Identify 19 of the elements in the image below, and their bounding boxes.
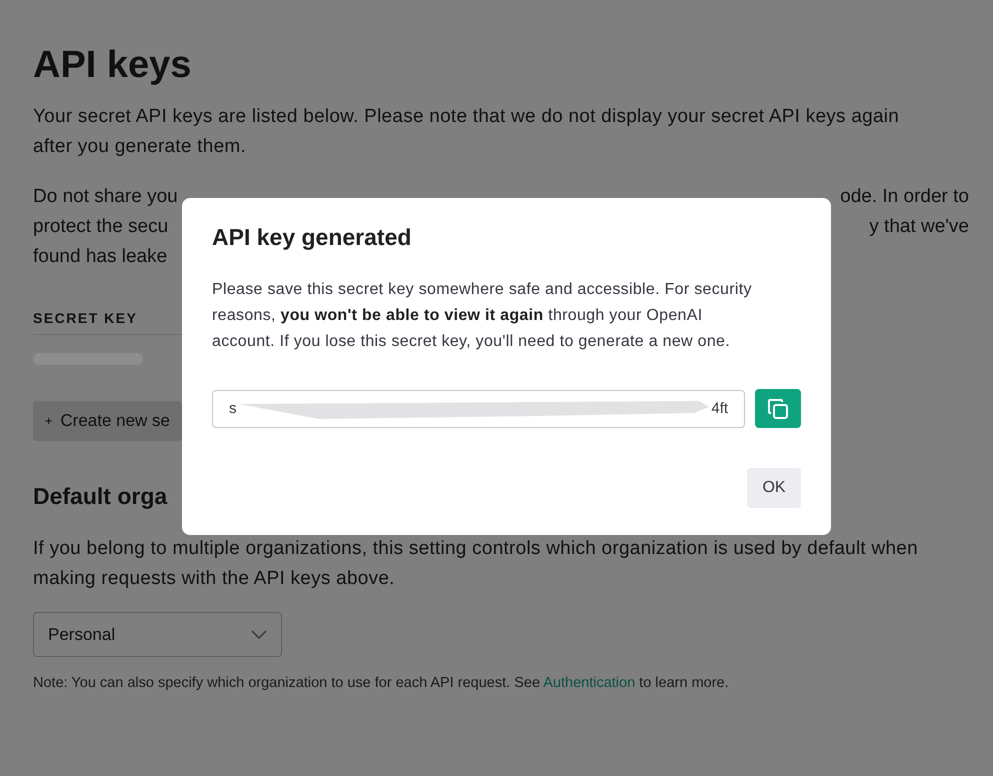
copy-button[interactable] [755, 389, 801, 428]
paragraph-line: found has leake [33, 245, 168, 269]
paragraph-line: ode. In order to [840, 185, 969, 209]
section-heading: Default orga [33, 483, 168, 510]
secret-key-field[interactable]: s 4ft [212, 390, 746, 428]
chevron-down-icon [251, 630, 267, 639]
dialog-message: Please save this secret key somewhere safe and accessible. For security reasons, you won't be able to view it again through your OpenAI account. If you lose this secret key, you'll need to generate a new one. [212, 280, 753, 352]
page-title: API keys [33, 43, 192, 88]
create-key-button[interactable]: Create new se [33, 401, 182, 441]
copy-icon [767, 398, 790, 420]
ok-button[interactable]: OK [747, 468, 801, 508]
paragraph-line: Do not share you [33, 185, 178, 209]
dialog-title: API key generated [212, 224, 412, 251]
paragraph-line: protect the secu [33, 215, 168, 239]
organization-select[interactable]: Personal [33, 612, 282, 657]
paragraph-line: y that we've [869, 215, 969, 239]
note-text: Note: You can also specify which organization to use for each API request. See Authentication to learn more. [33, 675, 730, 691]
org-description: If you belong to multiple organizations, this setting controls which organization is used by default when making requests with the API keys above. [33, 537, 919, 591]
intro-text: Your secret API keys are listed below. Please note that we do not display your secret API keys again after you generate them. [33, 105, 900, 159]
